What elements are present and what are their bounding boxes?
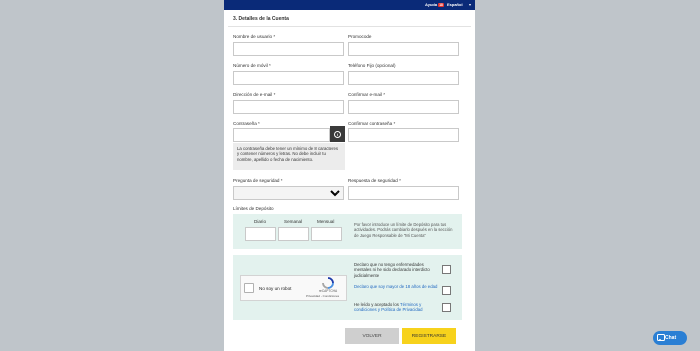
- declaration-age-checkbox[interactable]: [442, 286, 451, 295]
- declaration-terms: He leído y aceptado los Términos y condi…: [354, 302, 440, 313]
- chevron-down-icon[interactable]: ▾: [469, 2, 471, 7]
- confirm-email-label: Confirmar e-mail *: [348, 92, 386, 97]
- declaration-age: Declaro que soy mayor de 18 años de edad: [354, 284, 440, 289]
- weekly-label: Semanal: [284, 219, 303, 224]
- mobile-label: Número de móvil *: [233, 63, 271, 68]
- password-label: Contraseña *: [233, 121, 260, 126]
- monthly-label: Mensual: [317, 219, 335, 224]
- monthly-limit-input[interactable]: [311, 227, 342, 241]
- recaptcha-brand: reCAPTCHA: [319, 289, 338, 293]
- promocode-input[interactable]: [348, 42, 459, 56]
- password-tooltip: La contraseña debe tener un mínimo de 8 …: [233, 143, 345, 170]
- declaration-mental-health: Declaro que no tengo enfermedades mental…: [354, 262, 430, 278]
- mobile-input[interactable]: [233, 71, 344, 85]
- recaptcha-label: No soy un robot: [259, 286, 292, 291]
- deposit-limits-note: Por favor introduce un límite de Depósit…: [354, 222, 453, 238]
- info-icon: i: [334, 131, 341, 138]
- confirm-password-input[interactable]: [348, 128, 459, 142]
- declaration-terms-checkbox[interactable]: [442, 303, 451, 312]
- register-button[interactable]: REGISTRARSE: [402, 328, 456, 344]
- declaration-terms-prefix: He leído y aceptado los: [354, 302, 401, 307]
- username-label: Nombre de usuario *: [233, 34, 276, 39]
- security-answer-label: Respuesta de seguridad *: [348, 178, 401, 183]
- weekly-limit-input[interactable]: [278, 227, 309, 241]
- section-title: 3. Detalles de la Cuenta: [233, 16, 289, 22]
- security-question-label: Pregunta de seguridad *: [233, 178, 283, 183]
- recaptcha-links[interactable]: Privacidad - Condiciones: [306, 294, 339, 298]
- email-label: Dirección de e-mail *: [233, 92, 276, 97]
- security-question-select[interactable]: [233, 186, 344, 200]
- deposit-limits-title: Límites de Depósito: [233, 206, 274, 211]
- email-input[interactable]: [233, 100, 344, 114]
- chevron-down-icon: ▾: [336, 190, 339, 195]
- chat-label: Chat: [665, 335, 677, 341]
- confirm-email-input[interactable]: [348, 100, 459, 114]
- recaptcha-checkbox[interactable]: [244, 283, 254, 293]
- landline-input[interactable]: [348, 71, 459, 85]
- daily-limit-input[interactable]: [245, 227, 276, 241]
- language-selector[interactable]: Español: [447, 2, 463, 7]
- back-button[interactable]: VOLVER: [345, 328, 399, 344]
- promocode-label: Promocode: [348, 34, 372, 39]
- help-link[interactable]: Ayuda: [425, 2, 437, 7]
- age-badge: 18: [438, 2, 444, 7]
- recaptcha-icon: [322, 277, 334, 289]
- confirm-password-label: Confirmar contraseña *: [348, 121, 396, 126]
- daily-label: Diario: [254, 219, 266, 224]
- chat-button[interactable]: Chat: [653, 331, 687, 345]
- declaration-mental-health-checkbox[interactable]: [442, 265, 451, 274]
- chat-bubble-icon: [657, 334, 665, 341]
- declaration-age-text: Declaro que soy mayor de 18 años de edad: [354, 284, 438, 289]
- username-input[interactable]: [233, 42, 344, 56]
- section-divider: [228, 26, 471, 27]
- password-input[interactable]: [233, 128, 330, 142]
- password-info-button[interactable]: i: [330, 126, 345, 142]
- top-bar: Ayuda 18 Español ▾: [224, 0, 475, 10]
- landline-label: Teléfono Fijo (opcional): [348, 63, 396, 68]
- security-answer-input[interactable]: [348, 186, 459, 200]
